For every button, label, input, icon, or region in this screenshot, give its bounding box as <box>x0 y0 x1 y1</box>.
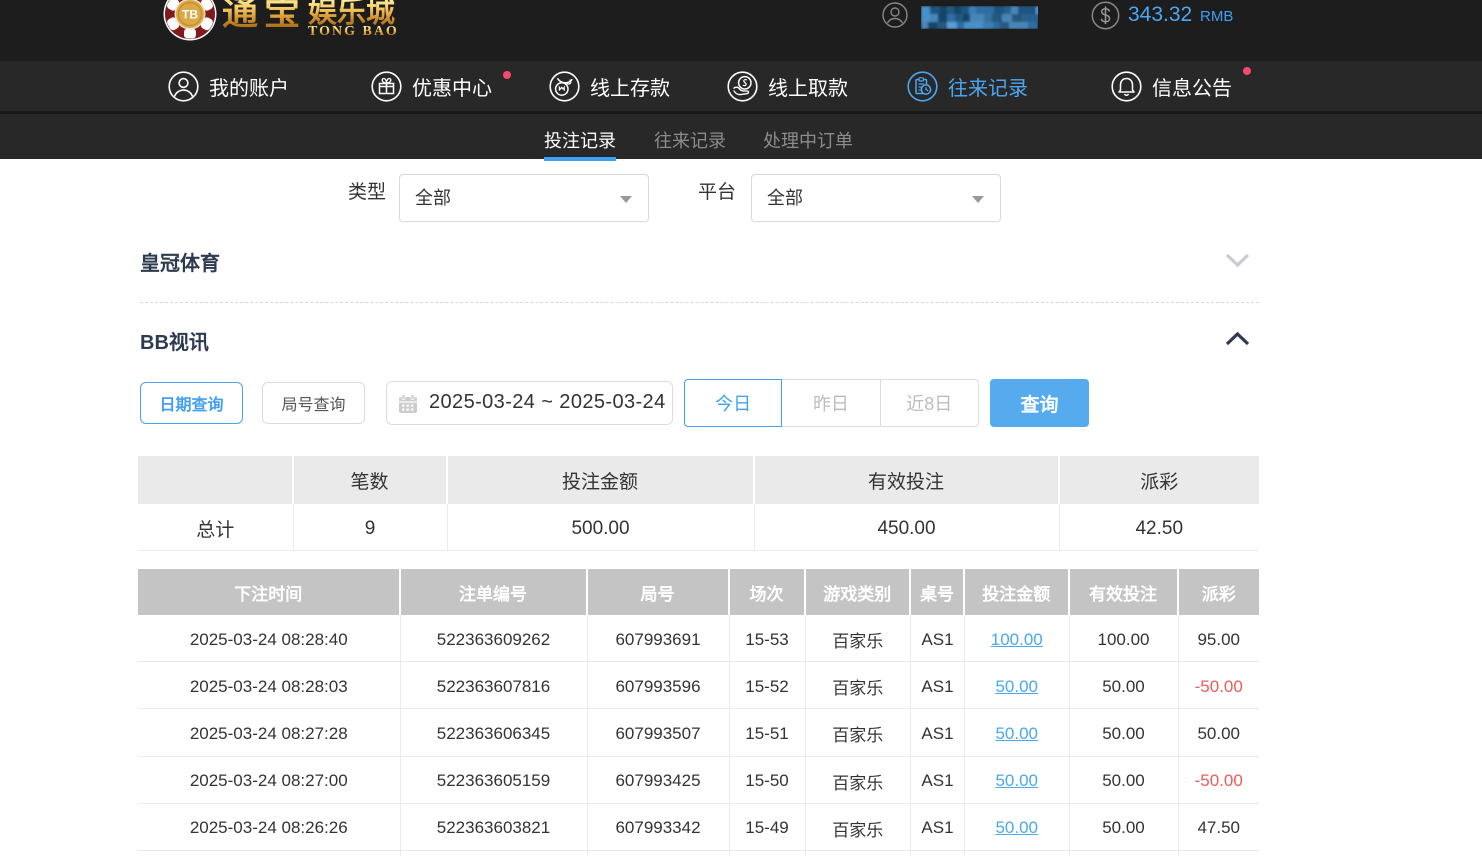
svg-text:TB: TB <box>182 8 198 22</box>
